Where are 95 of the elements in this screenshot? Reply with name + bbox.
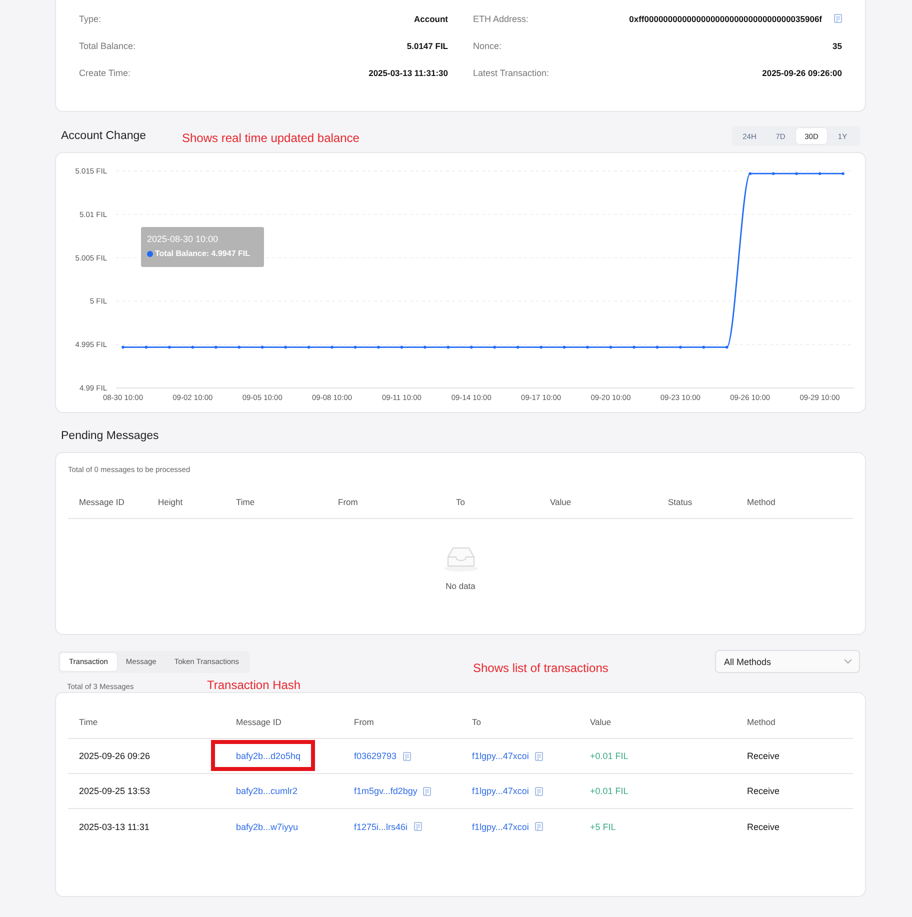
data-point: [260, 346, 264, 349]
data-point: [168, 346, 171, 349]
data-point: [354, 346, 357, 349]
field-label: Total Balance:: [79, 40, 136, 50]
column-header: From: [353, 716, 375, 726]
column-header: From: [337, 496, 359, 506]
data-point: [377, 346, 380, 349]
field-value: 5.0147 FIL: [406, 40, 448, 50]
column-header: Value: [549, 496, 572, 506]
section-title: Account Change: [61, 130, 146, 142]
copy-icon[interactable]: [402, 752, 411, 760]
data-point: [725, 346, 728, 349]
data-point: [400, 346, 404, 349]
table-cell-text: Receive: [746, 822, 781, 832]
data-point: [470, 346, 473, 349]
data-point: [679, 346, 682, 349]
table-cell-text: Receive: [746, 751, 781, 761]
address-link[interactable]: f1275i...lrs46i: [354, 822, 408, 832]
empty-inbox-icon: [442, 545, 478, 572]
chevron-down-icon: [844, 659, 852, 664]
data-point: [842, 172, 844, 175]
section-title: Pending Messages: [61, 430, 159, 442]
copy-icon[interactable]: [834, 14, 842, 23]
table-cell-text: 2025-09-26 09:26: [78, 751, 152, 761]
table-cell-text: 2025-03-13 11:31: [78, 822, 150, 832]
data-point: [656, 346, 659, 349]
data-point: [191, 346, 194, 349]
address-link[interactable]: f03629793: [354, 751, 397, 761]
annotation-text: Shows real time updated balance: [182, 131, 360, 145]
copy-icon[interactable]: [534, 752, 543, 760]
data-point: [330, 346, 334, 349]
data-point: [609, 346, 612, 349]
method-dropdown[interactable]: All Methods: [715, 650, 860, 673]
data-point: [748, 172, 752, 175]
message-id-link[interactable]: bafy2b...cumlr2: [236, 786, 298, 796]
data-point: [562, 346, 566, 349]
field-label: ETH Address:: [473, 14, 529, 24]
field-value: 35: [832, 40, 842, 50]
field-label: Create Time:: [79, 68, 131, 78]
data-point: [493, 346, 496, 349]
data-point: [424, 346, 426, 349]
copy-icon[interactable]: [414, 822, 422, 831]
column-header: Time: [78, 716, 99, 726]
data-point: [446, 346, 450, 349]
field-label: Nonce:: [473, 40, 502, 50]
field-value: 2025-03-13 11:31:30: [368, 68, 448, 78]
table-cell-text: Receive: [746, 786, 781, 796]
copy-icon[interactable]: [534, 822, 543, 831]
table-cell-text: +0.01 FIL: [589, 786, 630, 796]
column-header: Message ID: [78, 496, 126, 506]
field-value: Account: [414, 14, 448, 24]
data-point: [238, 346, 241, 349]
annotation-text: Transaction Hash: [207, 678, 301, 692]
tooltip-value: Total Balance: 4.9947 FIL: [155, 249, 250, 259]
empty-text: No data: [446, 580, 476, 592]
field-label: Type:: [79, 14, 102, 24]
data-point: [540, 346, 542, 349]
column-header: Message ID: [235, 716, 282, 726]
message-id-link[interactable]: bafy2b...d2o5hq: [236, 751, 301, 761]
copy-icon[interactable]: [423, 786, 432, 796]
annotation-text: Shows list of transactions: [473, 661, 608, 675]
address-link[interactable]: f1m5gv...fd2bgy: [354, 786, 418, 796]
data-point: [122, 346, 124, 349]
table-cell-text: +0.01 FIL: [589, 751, 630, 761]
column-header: To: [471, 716, 482, 726]
data-point: [307, 346, 310, 349]
field-value: 2025-09-26 09:26:00: [762, 68, 842, 78]
column-header: Method: [746, 716, 776, 726]
copy-icon[interactable]: [534, 786, 543, 796]
address-link[interactable]: f1lgpy...47xcoi: [472, 786, 529, 796]
data-point: [772, 172, 775, 175]
data-point: [702, 346, 706, 349]
data-point: [144, 346, 148, 349]
tooltip-date: 2025-08-30 10:00: [147, 234, 220, 245]
data-point: [818, 172, 822, 175]
column-header: Value: [589, 716, 612, 726]
column-header: To: [455, 496, 466, 506]
legend-dot-icon: [147, 251, 153, 257]
data-point: [632, 346, 636, 349]
field-value: 0xff0000000000000000000000000000000035906f: [629, 14, 822, 24]
address-link[interactable]: f1lgpy...47xcoi: [472, 751, 529, 761]
data-point: [516, 346, 520, 349]
column-header: Height: [157, 496, 184, 506]
field-label: Latest Transaction:: [473, 68, 550, 78]
column-header: Status: [667, 496, 694, 506]
data-point: [795, 172, 798, 175]
column-header: Method: [746, 496, 776, 506]
column-header: Time: [235, 496, 256, 506]
table-cell-text: +5 FIL: [589, 822, 617, 832]
data-point: [284, 346, 287, 349]
table-cell-text: 2025-09-25 13:53: [78, 786, 152, 796]
data-point: [586, 346, 589, 349]
message-id-link[interactable]: bafy2b...w7iyyu: [236, 822, 298, 832]
data-point: [214, 346, 218, 349]
address-link[interactable]: f1lgpy...47xcoi: [472, 822, 529, 832]
